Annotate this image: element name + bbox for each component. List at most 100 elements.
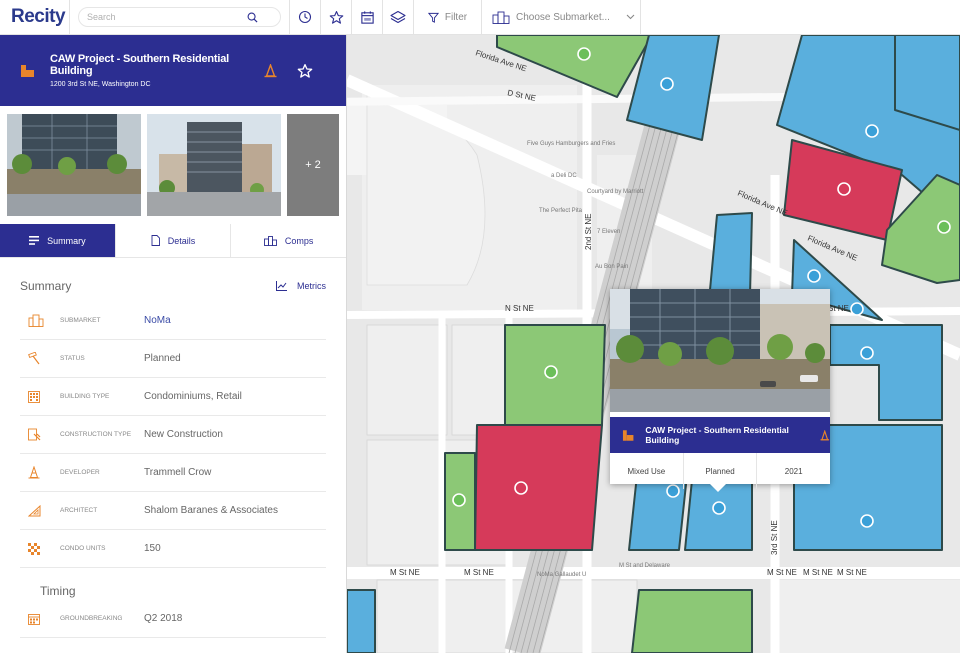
calendar-icon <box>28 613 40 625</box>
row-label: STATUS <box>60 354 85 362</box>
popup-project-photo <box>610 289 830 412</box>
star-outline-icon <box>329 10 343 24</box>
recity-logo[interactable]: Recity <box>0 0 70 35</box>
gallery-photo-2[interactable] <box>147 114 281 216</box>
popup-stat-use: Mixed Use <box>627 466 666 476</box>
building-type-icon <box>28 390 40 403</box>
submarket-link[interactable]: NoMa <box>144 315 171 326</box>
tab-comps[interactable]: Comps <box>230 224 346 257</box>
filter-funnel-icon <box>427 12 439 23</box>
cone-icon <box>820 429 830 440</box>
filter-label: Filter <box>444 11 468 23</box>
search-box[interactable] <box>78 7 281 27</box>
logo-text: Recity <box>11 6 66 27</box>
street-label-m-st-5: M St NE <box>837 568 867 577</box>
summary-row-status: STATUS Planned <box>20 340 326 378</box>
hammer-icon <box>28 352 40 365</box>
row-label: DEVELOPER <box>60 468 100 476</box>
row-value: 150 <box>144 543 161 554</box>
poi-m-delaware: M St and Delaware <box>619 563 671 569</box>
popup-title-bar[interactable]: CAW Project - Southern Residential Build… <box>610 417 830 453</box>
photo-gallery: + 2 <box>0 106 346 224</box>
row-value: Planned <box>144 353 181 364</box>
summary-row-construction-type: CONSTRUCTION TYPE New Construction <box>20 416 326 454</box>
layers-icon <box>390 10 406 23</box>
summary-title: Summary <box>20 279 72 293</box>
popup-stat-year: 2021 <box>756 453 830 489</box>
clock-icon <box>298 10 312 24</box>
row-label: CONDO UNITS <box>60 544 106 552</box>
street-label-2nd-st: 2nd St NE <box>584 214 593 250</box>
search-icon[interactable] <box>247 12 258 23</box>
gallery-photo-1[interactable] <box>7 114 141 216</box>
chart-icon <box>276 281 287 291</box>
filter-button[interactable]: Filter <box>413 0 481 35</box>
tab-details[interactable]: Details <box>114 224 231 257</box>
popup-pointer <box>710 484 726 492</box>
row-value: Condominiums, Retail <box>144 391 242 402</box>
street-label-m-st-3: M St NE <box>767 568 797 577</box>
row-label: BUILDING TYPE <box>60 392 110 400</box>
poi-au-bon-pain: Au Bon Pain <box>595 264 628 270</box>
chevron-down-icon <box>626 14 635 20</box>
poi-perfect-pita: The Perfect Pita <box>539 208 583 214</box>
architect-icon <box>28 504 41 516</box>
tab-summary-label: Summary <box>47 235 86 246</box>
popup-title: CAW Project - Southern Residential Build… <box>645 425 789 445</box>
summary-row-condo-units: CONDO UNITS 150 <box>20 530 326 568</box>
calendar-icon <box>360 10 374 24</box>
summary-row-building-type: BUILDING TYPE Condominiums, Retail <box>20 378 326 416</box>
metrics-label: Metrics <box>297 281 326 291</box>
list-icon <box>29 236 40 245</box>
search-input[interactable] <box>87 12 247 22</box>
layers-button[interactable] <box>382 0 413 35</box>
more-photos-button[interactable]: + 2 <box>287 114 339 216</box>
street-label-3rd-st: 3rd St NE <box>770 520 779 555</box>
units-icon <box>28 542 40 555</box>
construction-icon <box>28 428 41 441</box>
submarket-select[interactable]: Choose Submarket... <box>481 0 641 35</box>
poi-seven-eleven: 7 Eleven <box>597 229 620 235</box>
row-label: SUBMARKET <box>60 316 101 324</box>
row-label: CONSTRUCTION TYPE <box>60 430 132 438</box>
project-address: 1200 3rd St NE, Washington DC <box>50 81 151 88</box>
poi-deli: a Deli DC <box>551 173 577 179</box>
summary-row-architect: ARCHITECT Shalom Baranes & Associates <box>20 492 326 530</box>
summary-row-developer: DEVELOPER Trammell Crow <box>20 454 326 492</box>
document-icon <box>151 235 160 246</box>
project-type-icon <box>622 429 634 441</box>
row-label: ARCHITECT <box>60 506 98 514</box>
street-label-m-st-1: M St NE <box>390 568 420 577</box>
project-title: CAW Project - Southern Residential Build… <box>50 53 230 77</box>
history-button[interactable] <box>289 0 320 35</box>
row-label: GROUNDBREAKING <box>60 614 123 622</box>
tab-comps-label: Comps <box>284 235 314 246</box>
summary-list: SUBMARKET NoMa STATUS Planned BUILDING T… <box>20 302 326 568</box>
comps-buildings-icon <box>263 235 277 246</box>
tab-details-label: Details <box>167 235 196 246</box>
tab-summary[interactable]: Summary <box>0 224 115 257</box>
metrics-button[interactable]: Metrics <box>276 281 326 291</box>
city-buildings-icon <box>492 11 510 24</box>
calendar-button[interactable] <box>351 0 382 35</box>
street-label-m-st-2: M St NE <box>464 568 494 577</box>
street-label-m-st-4: M St NE <box>803 568 833 577</box>
favorites-button[interactable] <box>320 0 351 35</box>
detail-tabs: Summary Details Comps <box>0 224 346 258</box>
summary-row-submarket: SUBMARKET NoMa <box>20 302 326 340</box>
cone-icon <box>264 63 277 77</box>
poi-noma-station: NoMa Gallaudet U <box>537 572 586 578</box>
summary-header: Summary Metrics <box>0 278 346 294</box>
map-project-popup[interactable]: CAW Project - Southern Residential Build… <box>610 289 830 492</box>
poi-five-guys: Five Guys Hamburgers and Fries <box>527 141 615 147</box>
row-value: Trammell Crow <box>144 467 212 478</box>
project-header: CAW Project - Southern Residential Build… <box>0 35 346 106</box>
project-type-icon <box>21 64 34 77</box>
row-value: Shalom Baranes & Associates <box>144 505 278 516</box>
poi-courtyard: Courtyard by Marriott <box>587 189 644 195</box>
developer-icon <box>28 466 40 479</box>
submarket-label: Choose Submarket... <box>516 11 610 23</box>
timing-title: Timing <box>40 584 76 598</box>
favorite-star-icon[interactable] <box>297 63 313 79</box>
timing-list: GROUNDBREAKING Q2 2018 <box>20 600 326 638</box>
